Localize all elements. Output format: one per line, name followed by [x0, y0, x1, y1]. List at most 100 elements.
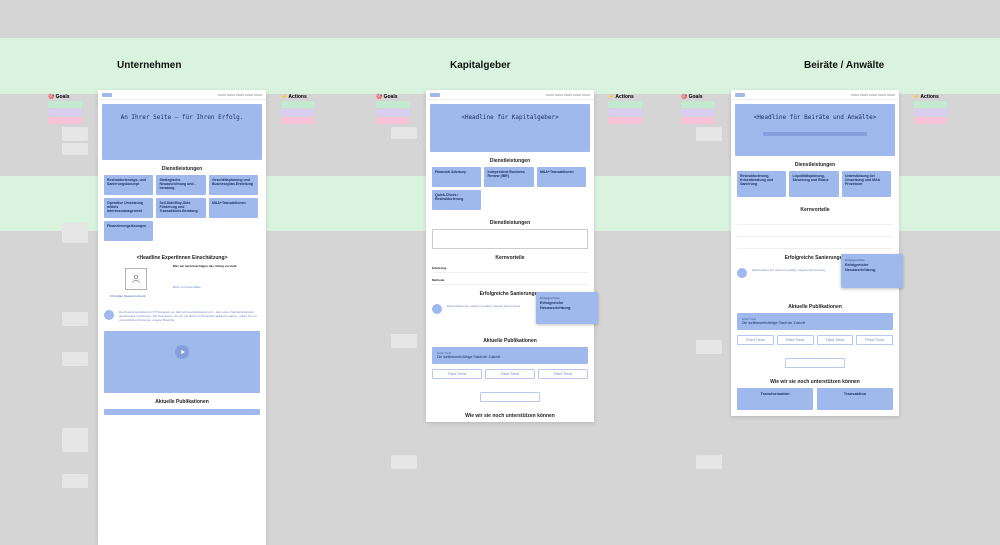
goal-note[interactable]: [376, 109, 410, 116]
hero-title: <Headline für Beiräte und Anwälte>: [741, 114, 889, 121]
core-rows: Erfahrung Methode: [426, 264, 594, 285]
publication-card[interactable]: [104, 409, 260, 415]
action-note[interactable]: [281, 109, 315, 116]
float-reference-card[interactable]: Erfolgsgeschichte Erfolgreiche Neuausric…: [536, 292, 598, 324]
col-title-unternehmen: Unternehmen: [117, 60, 181, 71]
expert-link[interactable]: Mehr zu Praxis Mlaw: [173, 285, 258, 289]
nav-link: [245, 94, 253, 96]
service-card[interactable]: Sell-Side/Buy-Side Förderung und Transak…: [156, 198, 205, 218]
play-icon[interactable]: [175, 345, 189, 359]
action-note[interactable]: [913, 101, 947, 108]
side-note[interactable]: [391, 127, 417, 139]
service-card[interactable]: M&A+Transaktionen: [209, 198, 258, 218]
nav-link: [227, 94, 235, 96]
service-card[interactable]: Geschäftsplanung und Businessplan-Erstel…: [209, 175, 258, 195]
publication-card[interactable]: Article Trend Die wettbewerbsfähige Stad…: [737, 313, 893, 330]
service-card[interactable]: Operative Umsetzung mittels Interimsmana…: [104, 198, 153, 218]
service-card[interactable]: Strategische Neuausrichtung und -beratun…: [156, 175, 205, 195]
goal-note[interactable]: [376, 101, 410, 108]
service-cards: Restrukturierungs- und Sanierungskonzept…: [98, 175, 266, 241]
goal-note[interactable]: [681, 109, 715, 116]
support-card[interactable]: Transaktion: [817, 388, 893, 410]
action-note[interactable]: [281, 101, 315, 108]
side-note[interactable]: [696, 455, 722, 469]
hero-title: An Ihrer Seite – für Ihren Erfolg.: [108, 114, 256, 121]
col-title-beiraete: Beiräte / Anwälte: [804, 60, 884, 71]
goal-note[interactable]: [376, 117, 410, 124]
avatar-circle: [104, 310, 114, 320]
service-card[interactable]: Quick-Check / Restrukturierung: [432, 190, 481, 210]
side-note[interactable]: [696, 127, 722, 141]
service-card[interactable]: Unterstützung bei Umsetzung und M&A Proz…: [842, 171, 891, 197]
tag-button[interactable]: Fixed Trend: [777, 335, 814, 345]
nav: [98, 90, 266, 100]
goal-note[interactable]: [48, 101, 82, 108]
action-note[interactable]: [608, 117, 642, 124]
goal-note[interactable]: [48, 117, 82, 124]
service-card[interactable]: Finanzierungslösungen: [104, 221, 153, 241]
section-core: Kernvorteile: [731, 207, 899, 213]
action-note[interactable]: [608, 101, 642, 108]
action-note[interactable]: [913, 109, 947, 116]
section-services: Dienstleistungen: [98, 166, 266, 172]
support-card[interactable]: Transformation: [737, 388, 813, 410]
frame-unternehmen[interactable]: An Ihrer Seite – für Ihren Erfolg. Diens…: [98, 90, 266, 545]
service-card[interactable]: Financial Advisory: [432, 167, 481, 187]
actions-head-1: ⚡ Actions: [281, 94, 307, 101]
quote-block: Die Zusammenarbeit mit FTI bedeutet vor …: [98, 306, 266, 327]
action-note[interactable]: [608, 109, 642, 116]
goal-note[interactable]: [48, 109, 82, 116]
side-note[interactable]: [62, 428, 88, 452]
section-services2: Dienstleistungen: [426, 220, 594, 226]
hero-sub: [108, 124, 256, 132]
section-support: Wie wir sie noch unterstützen können: [426, 413, 594, 419]
nav-link: [573, 94, 581, 96]
nav: [731, 90, 899, 100]
service-card[interactable]: Restrukturierung, Krisenberatung und San…: [737, 171, 786, 197]
tag-button[interactable]: Fixed Trend: [856, 335, 893, 345]
figma-canvas[interactable]: Unternehmen 🎯 Goals ⚡ Actions An Ihrer S…: [0, 0, 1000, 545]
action-note[interactable]: [281, 117, 315, 124]
section-support: Wie wir sie noch unterstützen können: [731, 379, 899, 385]
tag-button[interactable]: Fixed Trend: [737, 335, 774, 345]
more-button[interactable]: [480, 392, 540, 402]
side-note[interactable]: [62, 223, 88, 243]
section-pubs: Aktuelle Publikationen: [426, 338, 594, 344]
tag-button[interactable]: Fixed Trend: [485, 369, 535, 379]
tag-button[interactable]: Fixed Trend: [538, 369, 588, 379]
logo: [735, 93, 745, 97]
service-card[interactable]: Independent Business Review (IBR): [484, 167, 533, 187]
side-note[interactable]: [62, 474, 88, 488]
side-note[interactable]: [696, 340, 722, 354]
action-note[interactable]: [913, 117, 947, 124]
service-card[interactable]: M&A+Transaktionen: [537, 167, 586, 187]
side-note[interactable]: [62, 143, 88, 155]
section-pubs: Aktuelle Publikationen: [731, 304, 899, 310]
nav-link: [546, 94, 554, 96]
side-note[interactable]: [62, 127, 88, 141]
frame-beiraete[interactable]: <Headline für Beiräte und Anwälte> Diens…: [731, 90, 899, 416]
side-note[interactable]: [391, 334, 417, 348]
side-note[interactable]: [62, 352, 88, 366]
hero-cta[interactable]: [763, 132, 867, 136]
goal-note[interactable]: [681, 101, 715, 108]
float-reference-card[interactable]: Erfolgsgeschichte Erfolgreiche Neuausric…: [841, 254, 903, 288]
nav-link: [869, 94, 877, 96]
avatar-circle: [432, 304, 442, 314]
goal-note[interactable]: [681, 117, 715, 124]
core-row: Erfahrung: [432, 264, 588, 273]
more-button[interactable]: [785, 358, 845, 368]
nav-link: [564, 94, 572, 96]
service-card[interactable]: Liquiditätsplanung, Steuerung und Bilanz: [789, 171, 838, 197]
frame-kapitalgeber[interactable]: <Headline für Kapitalgeber> Dienstleistu…: [426, 90, 594, 422]
core-row: [737, 240, 893, 249]
core-row: [737, 228, 893, 237]
tag-button[interactable]: Fixed Trend: [817, 335, 854, 345]
video-block[interactable]: [104, 331, 260, 393]
service-card[interactable]: Restrukturierungs- und Sanierungskonzept: [104, 175, 153, 195]
avatar-placeholder: [125, 268, 147, 290]
side-note[interactable]: [391, 455, 417, 469]
tag-button[interactable]: Fixed Trend: [432, 369, 482, 379]
publication-card[interactable]: Article Trend Die wettbewerbsfähige Stad…: [432, 347, 588, 364]
side-note[interactable]: [62, 312, 88, 326]
